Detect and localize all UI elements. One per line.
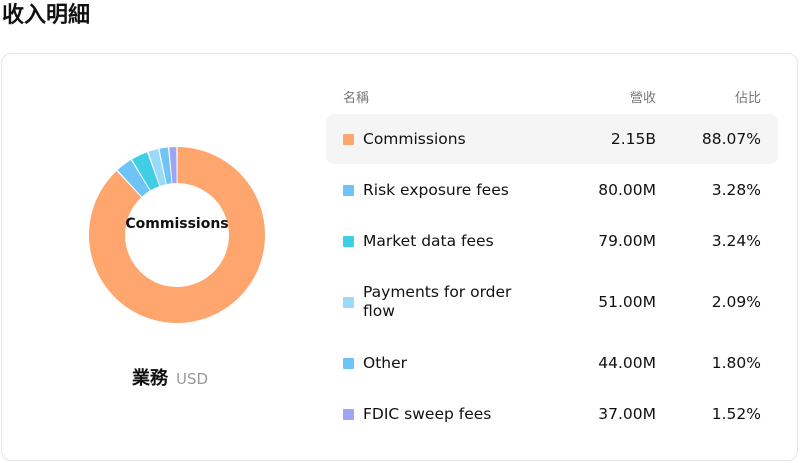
row-share: 2.09% xyxy=(711,293,761,311)
segment-selector[interactable]: 業務 USD xyxy=(132,364,208,390)
segment-currency: USD xyxy=(176,370,209,388)
row-name: FDIC sweep fees xyxy=(363,404,492,423)
table-row[interactable]: Other 44.00M 1.80% xyxy=(326,338,778,388)
table-row[interactable]: Market data fees 79.00M 3.24% xyxy=(326,216,778,266)
legend-swatch xyxy=(343,235,354,247)
header-share: 佔比 xyxy=(734,91,761,106)
legend-swatch xyxy=(343,296,354,308)
legend-swatch xyxy=(343,133,354,145)
row-revenue: 2.15B xyxy=(610,130,656,148)
row-name: Payments for order flow xyxy=(363,283,512,320)
donut-svg xyxy=(89,147,265,323)
row-share: 3.24% xyxy=(711,232,761,250)
revenue-breakdown-card: Commissions 業務 USD 名稱 營收 佔比 Commissions … xyxy=(1,53,798,461)
page-title: 收入明細 xyxy=(2,3,91,28)
legend-swatch xyxy=(343,357,354,369)
row-name: Risk exposure fees xyxy=(363,180,509,199)
row-name: Market data fees xyxy=(363,231,494,250)
table-row[interactable]: Commissions 2.15B 88.07% xyxy=(326,114,778,164)
table-row[interactable]: FDIC sweep fees 37.00M 1.52% xyxy=(326,389,778,439)
row-share: 1.80% xyxy=(711,354,761,372)
table-header: 名稱 營收 佔比 xyxy=(326,87,778,107)
row-share: 88.07% xyxy=(701,130,761,148)
segment-title: 業務 xyxy=(132,368,168,389)
header-name: 名稱 xyxy=(343,91,370,106)
header-revenue: 營收 xyxy=(629,91,656,106)
legend-swatch xyxy=(343,408,354,420)
donut-center-label: Commissions xyxy=(125,216,229,232)
table-row[interactable]: Payments for order flow 51.00M 2.09% xyxy=(326,267,778,337)
row-revenue: 51.00M xyxy=(598,293,656,311)
donut-chart: Commissions xyxy=(88,146,266,324)
table-row[interactable]: Risk exposure fees 80.00M 3.28% xyxy=(326,165,778,215)
legend-swatch xyxy=(343,184,354,196)
row-share: 3.28% xyxy=(711,181,761,199)
donut-segment-0[interactable] xyxy=(89,147,265,323)
row-share: 1.52% xyxy=(711,405,761,423)
row-revenue: 37.00M xyxy=(598,405,656,423)
row-name: Other xyxy=(363,353,408,372)
row-revenue: 80.00M xyxy=(598,181,656,199)
row-revenue: 79.00M xyxy=(598,232,656,250)
row-name: Commissions xyxy=(363,129,466,148)
row-revenue: 44.00M xyxy=(598,354,656,372)
